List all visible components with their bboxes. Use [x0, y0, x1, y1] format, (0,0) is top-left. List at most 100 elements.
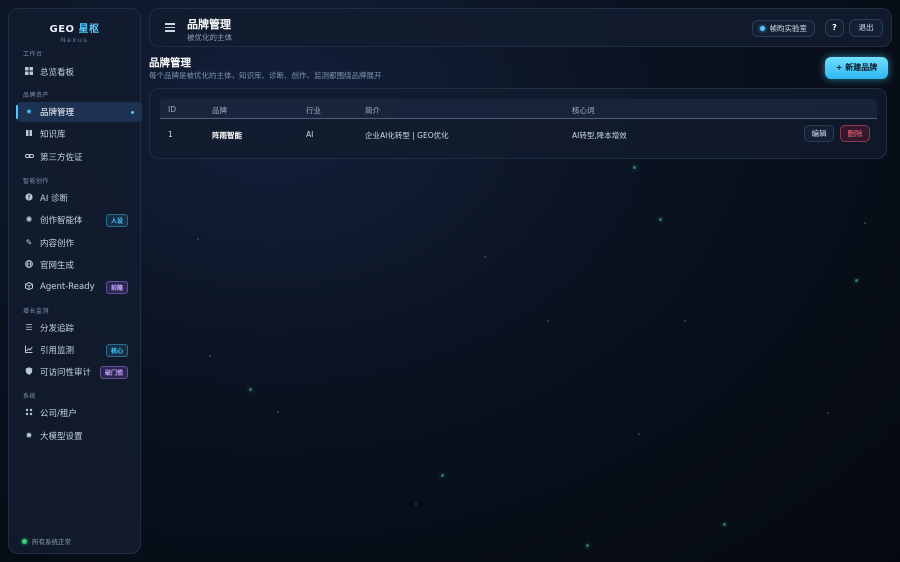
- page-title: 品牌管理: [149, 57, 191, 69]
- app-name-prefix: GEO: [49, 24, 75, 35]
- chart-line-icon: [24, 345, 34, 355]
- section-label-growth: 增长监测: [23, 308, 50, 315]
- status-ok-icon: [22, 538, 27, 544]
- page-subtitle: 每个品牌是被优化的主体，知识库、诊断、创作、监测都围绕品牌展开: [149, 71, 382, 80]
- sidebar-item-label: 可访问性审计: [40, 368, 92, 378]
- column-header-brand: 品牌: [212, 106, 227, 115]
- background-star: [633, 166, 636, 169]
- sidebar-item-ai-diagnosis[interactable]: AI 诊断: [16, 188, 142, 208]
- section-label-system: 系统: [23, 393, 37, 400]
- sidebar-item-knowledge-base[interactable]: 知识库: [16, 124, 142, 144]
- background-star: [827, 412, 829, 414]
- section-label-workbench: 工作台: [23, 51, 43, 58]
- system-status: 所有系统正常: [22, 536, 71, 546]
- alert-circle-icon: [24, 193, 34, 203]
- sidebar-item-label: Agent-Ready: [40, 282, 95, 292]
- sidebar-item-label: 公司/租户: [40, 409, 77, 419]
- badge-persona: 人设: [105, 213, 128, 227]
- column-header-intro: 简介: [365, 106, 380, 115]
- background-star: [415, 503, 417, 505]
- column-header-id: ID: [168, 105, 176, 114]
- app-logo[interactable]: GEO 星枢 Nexus: [9, 20, 140, 44]
- sidebar-item-company-tenant[interactable]: 公司/租户: [16, 403, 142, 423]
- link-icon: [24, 152, 34, 162]
- app-name-accent: 星枢: [78, 24, 100, 35]
- grid-icon: [24, 408, 34, 418]
- sparkle-icon: ✺: [25, 215, 33, 224]
- edit-button[interactable]: 编辑: [804, 125, 834, 142]
- sidebar-item-llm-settings[interactable]: ✹ 大模型设置: [16, 426, 142, 446]
- section-label-brand-assets: 品牌资产: [23, 92, 50, 99]
- background-star: [638, 433, 640, 435]
- sidebar-item-agent-ready[interactable]: Agent-Ready 前瞻: [16, 277, 142, 297]
- badge-preview: 前瞻: [105, 280, 128, 294]
- background-star: [249, 388, 252, 391]
- sidebar-item-label: 第三方佐证: [40, 153, 83, 163]
- new-brand-button[interactable]: + 新建品牌: [825, 57, 888, 79]
- shield-icon: [24, 367, 34, 377]
- sidebar-item-label: AI 诊断: [40, 194, 69, 204]
- logout-button[interactable]: 退出: [849, 19, 883, 37]
- header-title: 品牌管理: [187, 18, 231, 31]
- cell-id: 1: [168, 130, 173, 139]
- sidebar-item-distribution-tracking[interactable]: ☰ 分发追踪: [16, 318, 142, 338]
- header-subtitle: 被优化的主体: [187, 33, 232, 42]
- background-star: [547, 320, 549, 322]
- background-star: [441, 474, 444, 477]
- sidebar: GEO 星枢 Nexus 工作台 总览看板 品牌资产 ★ 品牌管理 知识库 第三…: [8, 8, 142, 554]
- sidebar-item-label: 分发追踪: [40, 324, 75, 334]
- cell-intro: 企业AI化转型 | GEO优化: [365, 131, 449, 140]
- app-subtitle: Nexus: [60, 36, 89, 44]
- active-indicator-dot: [131, 110, 134, 114]
- sidebar-item-citation-monitoring[interactable]: 引用监测 核心: [16, 340, 142, 360]
- sidebar-item-label: 大模型设置: [40, 432, 83, 442]
- help-button[interactable]: ?: [825, 19, 844, 37]
- sidebar-item-label: 品牌管理: [40, 108, 75, 118]
- dashboard-icon: [24, 67, 34, 77]
- sidebar-item-dashboard[interactable]: 总览看板: [16, 62, 142, 82]
- table-header: [160, 99, 877, 119]
- sidebar-item-website-generation[interactable]: 官网生成: [16, 255, 142, 275]
- top-header: 品牌管理 被优化的主体 帧昀实验室 ? 退出: [149, 8, 892, 47]
- sidebar-item-label: 总览看板: [40, 68, 75, 78]
- background-star: [277, 411, 279, 413]
- brand-table-card: ID 品牌 行业 简介 核心词 1 阵雨智能 AI 企业AI化转型 | GEO优…: [149, 88, 887, 159]
- background-star: [209, 355, 211, 357]
- background-star: [586, 544, 589, 547]
- sidebar-item-creation-agent[interactable]: ✺ 创作智能体 人设: [16, 210, 142, 230]
- column-header-keywords: 核心词: [572, 106, 595, 115]
- background-star: [864, 222, 866, 224]
- background-star: [197, 238, 199, 240]
- app-name: GEO 星枢: [9, 20, 140, 35]
- sidebar-item-third-party-proof[interactable]: 第三方佐证: [16, 147, 142, 167]
- pencil-icon: ✎: [25, 238, 33, 247]
- background-star: [855, 279, 858, 282]
- sidebar-item-label: 创作智能体: [40, 216, 83, 226]
- cell-industry: AI: [306, 130, 314, 139]
- gear-icon: ✹: [25, 431, 33, 440]
- background-star: [484, 256, 486, 258]
- background-star: [723, 523, 726, 526]
- sidebar-item-label: 引用监测: [40, 346, 75, 356]
- badge-breakthrough: 破门慌: [99, 365, 128, 379]
- system-status-text: 所有系统正常: [32, 538, 71, 546]
- list-icon: ☰: [25, 323, 33, 332]
- sidebar-item-content-creation[interactable]: ✎ 内容创作: [16, 233, 142, 253]
- background-star: [659, 218, 662, 221]
- menu-icon[interactable]: [165, 23, 175, 32]
- globe-icon: [24, 260, 34, 270]
- cell-keywords: AI转型,降本增效: [572, 131, 627, 140]
- sidebar-item-label: 内容创作: [40, 239, 75, 249]
- section-label-creation: 智能创作: [23, 178, 50, 185]
- lab-button[interactable]: 帧昀实验室: [751, 20, 815, 37]
- sidebar-item-label: 官网生成: [40, 261, 75, 271]
- delete-button[interactable]: 删除: [840, 125, 870, 142]
- star-icon: ★: [25, 107, 33, 116]
- sidebar-item-label: 知识库: [40, 130, 66, 140]
- sidebar-item-accessibility-audit[interactable]: 可访问性审计 破门慌: [16, 362, 142, 382]
- cell-brand: 阵雨智能: [212, 131, 242, 140]
- badge-core: 核心: [105, 343, 128, 357]
- cube-icon: [24, 281, 34, 292]
- sidebar-item-brand-management[interactable]: ★ 品牌管理: [16, 102, 142, 122]
- book-icon: [24, 129, 34, 139]
